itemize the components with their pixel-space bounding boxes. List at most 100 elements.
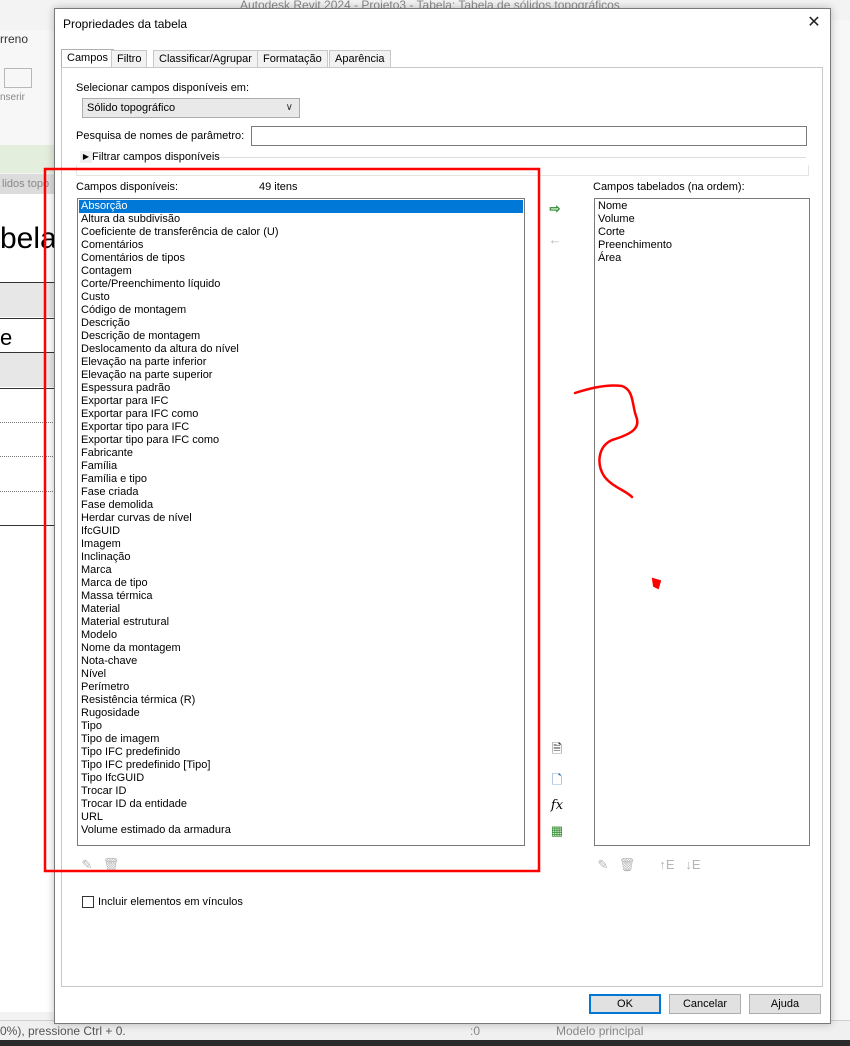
available-field-item[interactable]: Espessura padrão [79,382,523,395]
available-field-item[interactable]: URL [79,811,523,824]
scheduled-fields-label: Campos tabelados (na ordem): [593,181,745,193]
available-field-item[interactable]: Tipo IFC predefinido [Tipo] [79,759,523,772]
available-field-item[interactable]: Trocar ID da entidade [79,798,523,811]
available-field-item[interactable]: Família [79,460,523,473]
background-table-header [0,283,55,317]
parameter-search-input[interactable] [251,126,807,146]
available-field-item[interactable]: Tipo IFC predefinido [79,746,523,759]
available-field-item[interactable]: Elevação na parte inferior [79,356,523,369]
available-field-item[interactable]: Nota-chave [79,655,523,668]
pencil-icon[interactable]: ✎ [594,856,612,874]
tab-formatacao[interactable]: Formatação [257,50,328,68]
available-field-item[interactable]: Fabricante [79,447,523,460]
available-field-item[interactable]: Perímetro [79,681,523,694]
available-field-item[interactable]: Exportar para IFC [79,395,523,408]
available-field-item[interactable]: Contagem [79,265,523,278]
available-field-item[interactable]: Fase criada [79,486,523,499]
available-field-item[interactable]: Tipo IfcGUID [79,772,523,785]
expand-triangle-icon[interactable]: ▶ [80,151,92,163]
available-field-item[interactable]: Custo [79,291,523,304]
available-field-item[interactable]: Rugosidade [79,707,523,720]
available-field-item[interactable]: Material [79,603,523,616]
delete-parameter-icon[interactable]: 🗑 [618,856,636,874]
combine-parameters-icon[interactable]: 🗋 [548,771,566,789]
available-field-item[interactable]: Volume estimado da armadura [79,824,523,837]
available-field-item[interactable]: Código de montagem [79,304,523,317]
insert-icon[interactable] [4,68,32,88]
scheduled-field-item[interactable]: Volume [596,213,808,226]
include-links-checkbox[interactable] [82,896,94,908]
available-field-item[interactable]: Coeficiente de transferência de calor (U… [79,226,523,239]
filter-fields-toggle[interactable]: Filtrar campos disponíveis [92,151,220,163]
scheduled-field-item[interactable]: Corte [596,226,808,239]
available-field-item[interactable]: Exportar para IFC como [79,408,523,421]
status-text: 0%), pressione Ctrl + 0. [0,1024,126,1038]
available-field-item[interactable]: Nome da montagem [79,642,523,655]
table-properties-dialog: Propriedades da tabela ✕ Campos Filtro C… [54,8,831,1024]
tab-filtro[interactable]: Filtro [111,50,148,68]
scheduled-fields-list[interactable]: Nome Volume Corte Preenchimento Área [594,198,810,846]
available-field-item[interactable]: Modelo [79,629,523,642]
category-select[interactable]: Sólido topográfico ∨ [82,98,300,118]
scheduled-field-item[interactable]: Preenchimento [596,239,808,252]
filter-group-divider [220,157,806,158]
add-parameter-icon[interactable]: ⇨ [546,200,564,218]
available-fields-list[interactable]: Absorção Altura da subdivisão Coeficiente … [77,198,525,846]
tab-classificar-agrupar[interactable]: Classificar/Agrupar [153,50,258,68]
cancel-button[interactable]: Cancelar [669,994,741,1014]
available-field-item[interactable]: Imagem [79,538,523,551]
available-field-item[interactable]: Trocar ID [79,785,523,798]
available-field-item[interactable]: Marca [79,564,523,577]
move-down-icon[interactable]: ↓E [684,856,702,874]
available-field-item[interactable]: Absorção [79,200,523,213]
available-field-item[interactable]: Descrição de montagem [79,330,523,343]
background-table-row [0,456,55,457]
background-table-subheader [0,353,55,387]
available-field-item[interactable]: Herdar curvas de nível [79,512,523,525]
available-field-item[interactable]: Exportar tipo para IFC como [79,434,523,447]
available-field-item[interactable]: Nível [79,668,523,681]
available-field-item[interactable]: Exportar tipo para IFC [79,421,523,434]
scheduled-field-item[interactable]: Área [596,252,808,265]
ok-button[interactable]: OK [589,994,661,1014]
help-button[interactable]: Ajuda [749,994,821,1014]
calculated-value-icon[interactable]: fx [548,797,566,815]
available-field-item[interactable]: Marca de tipo [79,577,523,590]
close-icon[interactable]: ✕ [802,12,826,34]
available-field-item[interactable]: Resistência térmica (R) [79,694,523,707]
available-fields-count: 49 itens [259,181,298,193]
available-field-item[interactable]: Massa térmica [79,590,523,603]
category-select-value: Sólido topográfico [87,102,176,114]
pencil-icon[interactable]: ✎ [78,856,96,874]
available-field-item[interactable]: Comentários [79,239,523,252]
tab-campos[interactable]: Campos [61,49,114,69]
new-parameter-icon[interactable]: 🗎 [548,740,566,758]
delete-parameter-icon[interactable]: 🗑 [102,856,120,874]
remove-parameter-icon[interactable]: ← [546,231,564,249]
background-view-tab[interactable]: lidos topo [0,174,57,194]
move-up-icon[interactable]: ↑E [658,856,676,874]
available-field-item[interactable]: Inclinação [79,551,523,564]
available-field-item[interactable]: IfcGUID [79,525,523,538]
background-table-row [0,491,55,492]
available-field-item[interactable]: Tipo de imagem [79,733,523,746]
background-ribbon-insert-label[interactable]: nserir [0,92,25,103]
available-field-item[interactable]: Tipo [79,720,523,733]
available-field-item[interactable]: Fase demolida [79,499,523,512]
background-ribbon-tab[interactable]: rreno [0,32,28,46]
available-field-item[interactable]: Altura da subdivisão [79,213,523,226]
available-field-item[interactable]: Deslocamento da altura do nível [79,343,523,356]
available-field-item[interactable]: Família e tipo [79,473,523,486]
search-label: Pesquisa de nomes de parâmetro: [76,130,245,142]
available-field-item[interactable]: Descrição [79,317,523,330]
fields-tab-panel: Selecionar campos disponíveis em: Sólido… [61,67,823,987]
tab-aparencia[interactable]: Aparência [329,50,391,68]
available-field-item[interactable]: Elevação na parte superior [79,369,523,382]
available-field-item[interactable]: Corte/Preenchimento líquido [79,278,523,291]
scheduled-field-item[interactable]: Nome [596,200,808,213]
available-field-item[interactable]: Material estrutural [79,616,523,629]
add-shared-parameter-icon[interactable]: ▦ [548,822,566,840]
include-links-label: Incluir elementos em vínculos [98,896,243,908]
available-field-item[interactable]: Comentários de tipos [79,252,523,265]
status-model-dropdown[interactable]: Modelo principal [556,1024,643,1038]
